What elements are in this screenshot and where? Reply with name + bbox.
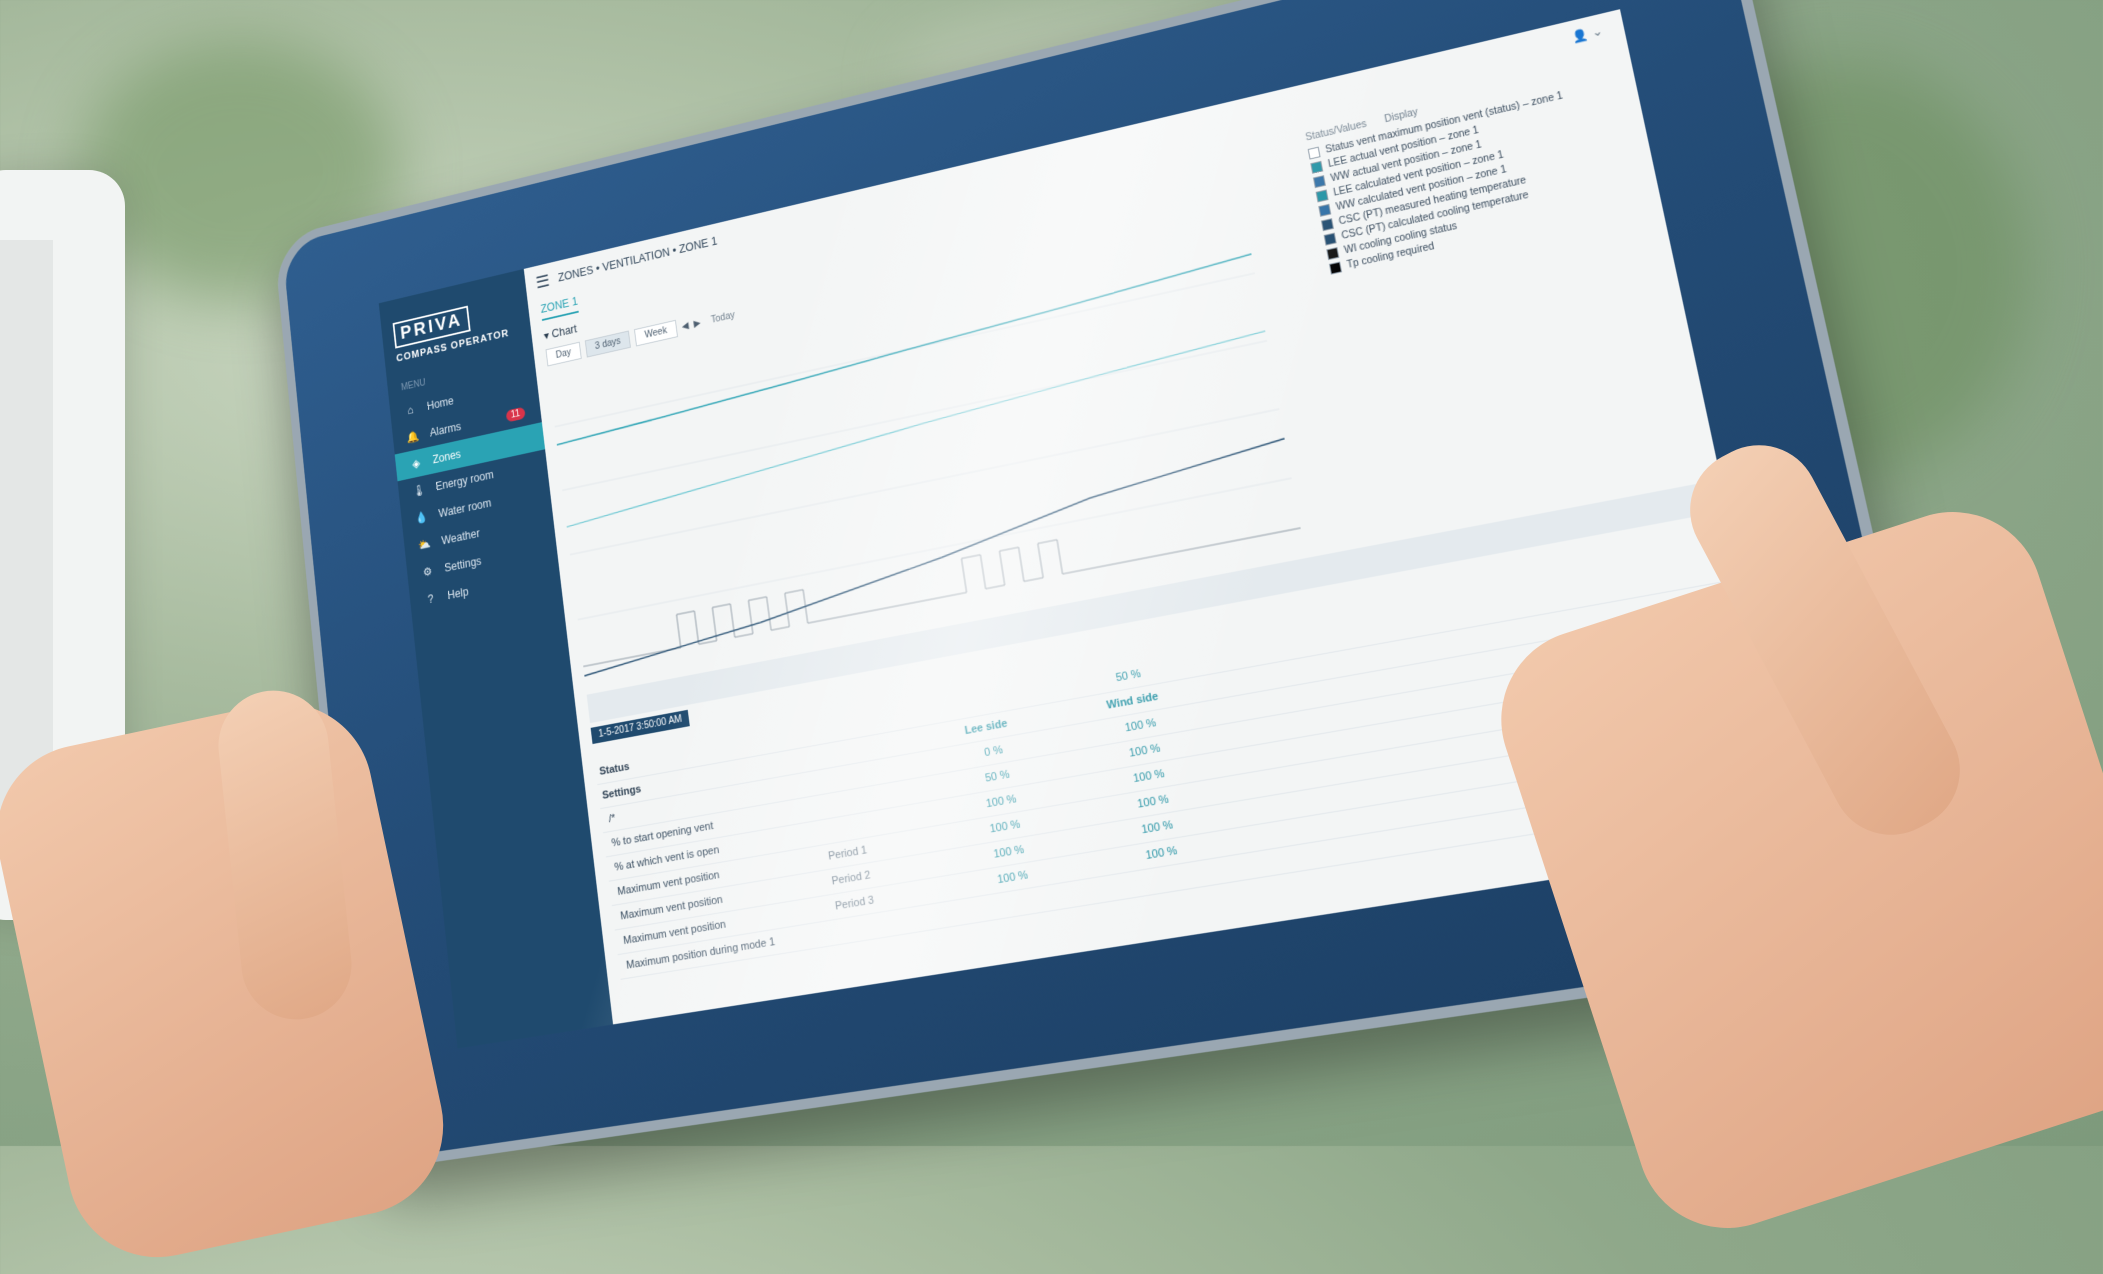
today-link[interactable]: Today bbox=[711, 310, 736, 325]
legend-checkbox[interactable] bbox=[1320, 218, 1334, 232]
home-icon: ⌂ bbox=[406, 403, 415, 418]
range-week-button[interactable]: Week bbox=[634, 319, 678, 347]
user-menu[interactable]: 👤 ⌄ bbox=[1571, 24, 1603, 44]
sidebar-item-label: Water room bbox=[437, 496, 492, 521]
zones-icon: ◈ bbox=[411, 456, 421, 471]
sidebar-item-label: Alarms bbox=[429, 419, 462, 440]
legend-checkbox[interactable] bbox=[1312, 175, 1326, 189]
period-label bbox=[839, 915, 944, 932]
bell-icon: 🔔 bbox=[406, 429, 421, 445]
prev-icon[interactable]: ◀ bbox=[681, 321, 689, 332]
range-day-button[interactable]: Day bbox=[545, 341, 582, 367]
sidebar-item-label: Help bbox=[446, 584, 470, 603]
help-icon: ? bbox=[427, 592, 435, 607]
gridline bbox=[570, 409, 1279, 555]
energy-icon: 🌡 bbox=[411, 482, 426, 499]
legend-checkbox[interactable] bbox=[1318, 203, 1332, 217]
alarm-count-badge: 11 bbox=[505, 406, 526, 423]
sidebar-item-label: Home bbox=[426, 394, 455, 413]
sidebar-item-label: Zones bbox=[432, 447, 462, 467]
legend-checkbox[interactable] bbox=[1326, 247, 1340, 261]
sidebar-item-label: Weather bbox=[440, 526, 481, 548]
sidebar-item-label: Settings bbox=[443, 554, 482, 575]
legend-checkbox[interactable] bbox=[1328, 261, 1343, 275]
gear-icon: ⚙ bbox=[422, 564, 433, 580]
range-3days-button[interactable]: 3 days bbox=[584, 330, 632, 358]
next-icon[interactable]: ▶ bbox=[693, 318, 701, 329]
legend-checkbox[interactable] bbox=[1315, 189, 1329, 203]
water-icon: 💧 bbox=[414, 509, 429, 526]
legend-checkbox[interactable] bbox=[1310, 160, 1324, 174]
series-line-middle bbox=[561, 331, 1274, 527]
weather-icon: ⛅ bbox=[417, 536, 432, 553]
nav-list: ⌂ Home 🔔 Alarms 11 ◈ Zones 🌡 Energy room 💧 Water r… bbox=[389, 368, 561, 617]
chart-section-label: Chart bbox=[551, 322, 578, 341]
legend-checkbox[interactable] bbox=[1323, 232, 1337, 246]
hamburger-menu-icon[interactable]: ☰ bbox=[535, 271, 551, 293]
legend-checkbox[interactable] bbox=[1307, 146, 1321, 160]
